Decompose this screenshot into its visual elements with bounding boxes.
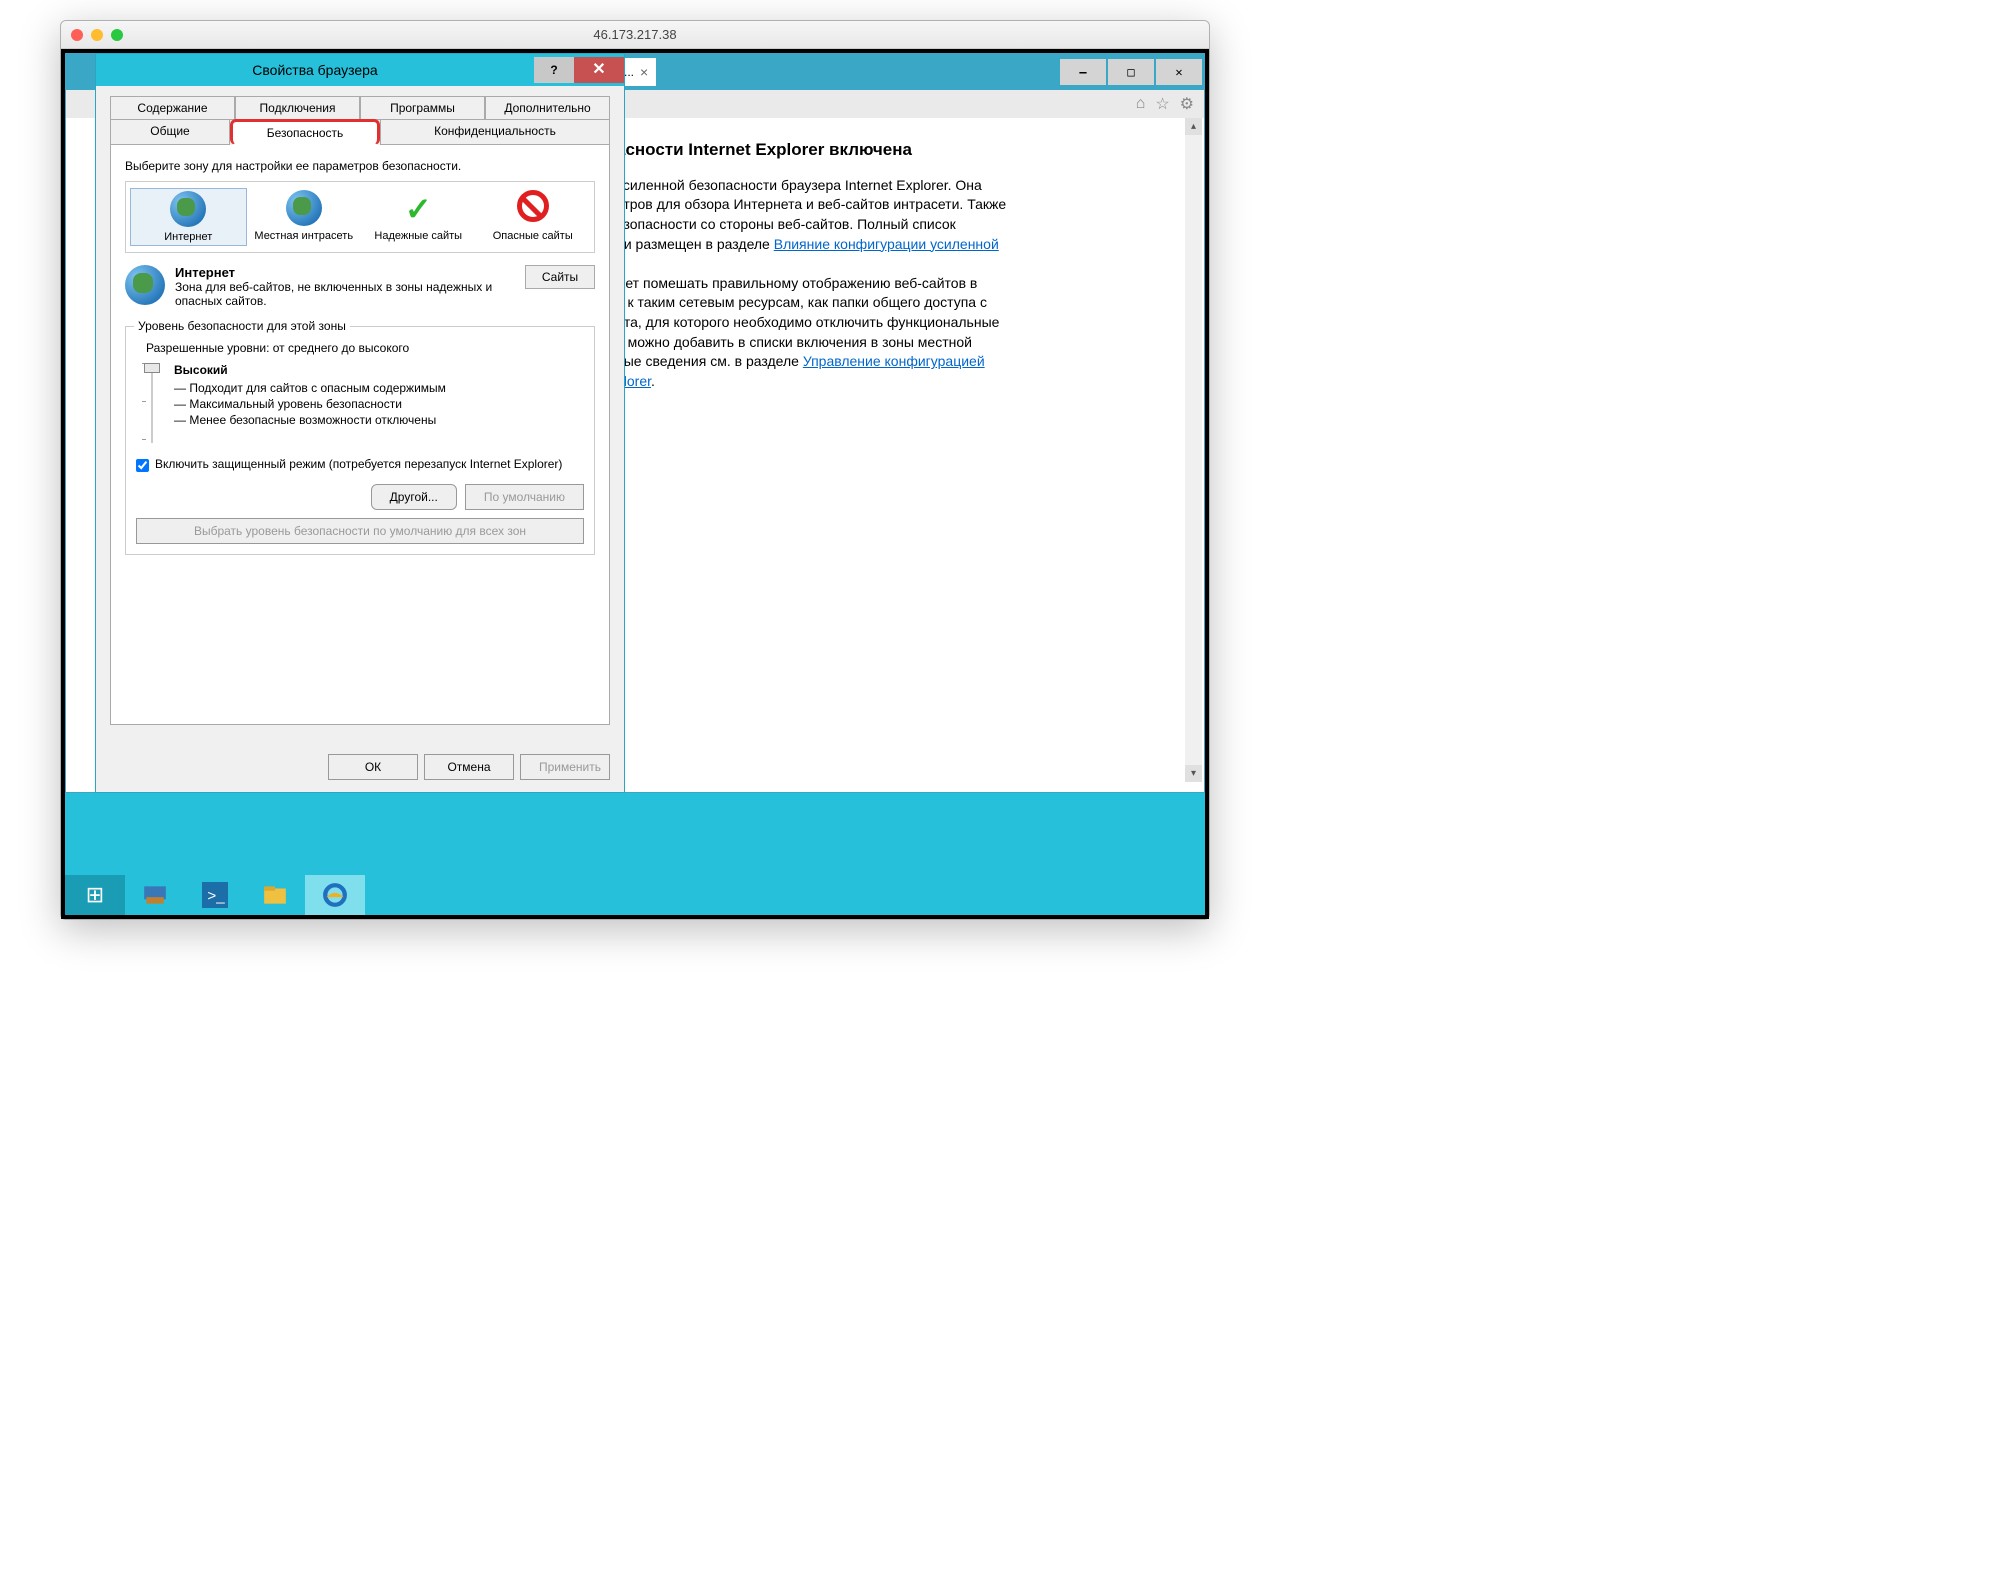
tab-row-secondary: Содержание Подключения Программы Дополни… — [110, 96, 610, 120]
internet-options-dialog: Свойства браузера ? ✕ Содержание Подключ… — [95, 53, 625, 793]
favorites-icon[interactable]: ☆ — [1155, 94, 1169, 114]
default-level-button[interactable]: По умолчанию — [465, 484, 584, 510]
powershell-icon: >_ — [202, 882, 228, 908]
level-detail: — Подходит для сайтов с опасным содержим… — [174, 381, 446, 395]
zone-instruction-label: Выберите зону для настройки ее параметро… — [125, 159, 595, 173]
tab-programs[interactable]: Программы — [360, 96, 485, 120]
security-level-group: Уровень безопасности для этой зоны Разре… — [125, 326, 595, 555]
tab-general[interactable]: Общие — [110, 119, 230, 145]
home-icon[interactable]: ⌂ — [1136, 95, 1146, 113]
taskbar-powershell[interactable]: >_ — [185, 875, 245, 915]
level-detail: — Максимальный уровень безопасности — [174, 397, 446, 411]
ie-page-content: асности Internet Explorer включена усиле… — [606, 118, 1184, 782]
tab-privacy[interactable]: Конфиденциальность — [380, 119, 610, 145]
windows-desktop: ной... × — □ ✕ ⌂ ☆ ⚙ асности Internet Ex… — [65, 53, 1205, 915]
tab-content[interactable]: Содержание — [110, 96, 235, 120]
globe-icon — [170, 191, 206, 227]
dialog-title: Свойства браузера — [96, 62, 534, 78]
scrollbar[interactable]: ▴ ▾ — [1185, 118, 1202, 782]
page-heading: асности Internet Explorer включена — [616, 138, 1174, 162]
tab-row-primary: Общие Безопасность Конфиденциальность — [110, 119, 610, 145]
ok-button[interactable]: ОК — [328, 754, 418, 780]
maximize-button[interactable]: □ — [1108, 59, 1154, 85]
tab-connections[interactable]: Подключения — [235, 96, 360, 120]
level-name: Высокий — [174, 363, 446, 377]
zone-trusted-sites[interactable]: ✓ Надежные сайты — [361, 188, 476, 246]
tab-security[interactable]: Безопасность — [230, 119, 380, 145]
globe-monitor-icon — [286, 190, 322, 226]
allowed-levels-label: Разрешенные уровни: от среднего до высок… — [146, 341, 584, 355]
custom-level-button[interactable]: Другой... — [371, 484, 457, 510]
close-button[interactable]: ✕ — [574, 57, 624, 83]
help-button[interactable]: ? — [534, 57, 574, 83]
mac-titlebar: 46.173.217.38 — [61, 21, 1209, 49]
link-config-impact[interactable]: Влияние конфигурации усиленной — [774, 236, 999, 252]
globe-icon — [125, 265, 165, 305]
checkmark-icon: ✓ — [400, 190, 436, 228]
link-manage-config[interactable]: Управление конфигурацией — [803, 353, 985, 369]
folder-icon — [262, 882, 288, 908]
forbidden-icon — [517, 190, 549, 222]
scroll-up-icon[interactable]: ▴ — [1185, 118, 1202, 135]
protected-mode-checkbox[interactable] — [136, 459, 149, 472]
reset-all-zones-button[interactable]: Выбрать уровень безопасности по умолчани… — [136, 518, 584, 544]
zone-local-intranet[interactable]: Местная интрасеть — [247, 188, 362, 246]
selected-zone-description: Зона для веб-сайтов, не включенных в зон… — [175, 280, 515, 308]
close-icon[interactable]: × — [640, 64, 648, 80]
taskbar-server-manager[interactable] — [125, 875, 185, 915]
mac-window: 46.173.217.38 ной... × — □ ✕ ⌂ — [60, 20, 1210, 920]
security-level-slider[interactable] — [142, 363, 162, 443]
apply-button[interactable]: Применить — [520, 754, 610, 780]
security-tab-panel: Выберите зону для настройки ее параметро… — [110, 145, 610, 725]
zone-internet[interactable]: Интернет — [130, 188, 247, 246]
mac-window-title: 46.173.217.38 — [61, 27, 1209, 42]
slider-thumb[interactable] — [144, 363, 160, 373]
svg-text:>_: >_ — [207, 887, 225, 904]
cancel-button[interactable]: Отмена — [424, 754, 514, 780]
windows-taskbar: ⊞ >_ — [65, 875, 1205, 915]
close-button[interactable]: ✕ — [1156, 59, 1202, 85]
settings-icon[interactable]: ⚙ — [1180, 94, 1194, 114]
taskbar-explorer[interactable] — [245, 875, 305, 915]
level-detail: — Менее безопасные возможности отключены — [174, 413, 446, 427]
scroll-down-icon[interactable]: ▾ — [1185, 765, 1202, 782]
group-title: Уровень безопасности для этой зоны — [134, 319, 350, 333]
selected-zone-title: Интернет — [175, 265, 235, 280]
windows-logo-icon: ⊞ — [86, 882, 104, 908]
start-button[interactable]: ⊞ — [65, 875, 125, 915]
remote-desktop-frame: ной... × — □ ✕ ⌂ ☆ ⚙ асности Internet Ex… — [61, 49, 1209, 919]
zone-list: Интернет Местная интрасеть ✓ Надежные са… — [125, 181, 595, 253]
protected-mode-label: Включить защищенный режим (потребуется п… — [155, 457, 562, 471]
dialog-titlebar[interactable]: Свойства браузера ? ✕ — [96, 54, 624, 86]
zone-restricted-sites[interactable]: Опасные сайты — [476, 188, 591, 246]
server-manager-icon — [142, 882, 168, 908]
ie-icon — [322, 882, 348, 908]
taskbar-ie[interactable] — [305, 875, 365, 915]
tab-advanced[interactable]: Дополнительно — [485, 96, 610, 120]
minimize-button[interactable]: — — [1060, 59, 1106, 85]
sites-button[interactable]: Сайты — [525, 265, 595, 289]
